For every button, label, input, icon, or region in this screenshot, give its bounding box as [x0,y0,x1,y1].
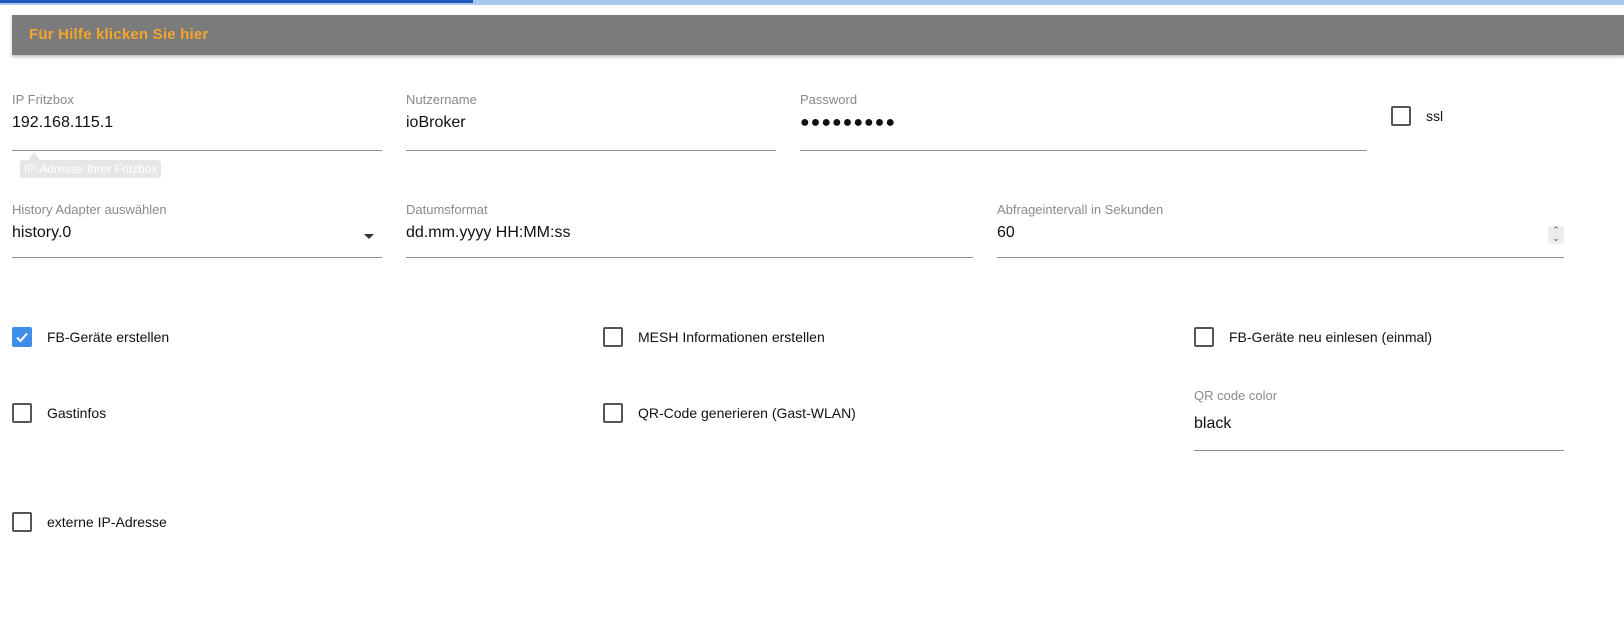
mesh-label: MESH Informationen erstellen [638,329,825,345]
guest-info-checkbox-row[interactable]: Gastinfos [12,402,106,424]
username-field[interactable]: Nutzername ioBroker [406,92,776,151]
qr-code-label: QR-Code generieren (Gast-WLAN) [638,405,856,421]
guest-info-label: Gastinfos [47,405,107,421]
check-icon [16,332,28,343]
mesh-checkbox[interactable] [603,327,623,347]
qr-code-checkbox-row[interactable]: QR-Code generieren (Gast-WLAN) [603,402,856,424]
date-format-field[interactable]: Datumsformat dd.mm.yyyy HH:MM:ss [406,202,973,258]
username-underline [406,150,776,151]
ssl-checkbox-row[interactable]: ssl [1391,105,1443,127]
ssl-checkbox[interactable] [1391,106,1411,126]
qr-color-input[interactable]: black [1194,415,1231,433]
external-ip-label: externe IP-Adresse [47,514,167,530]
top-progress-fill [0,0,473,3]
ip-fritzbox-input[interactable]: 192.168.115.1 [12,114,113,132]
ip-fritzbox-field[interactable]: IP Fritzbox 192.168.115.1 [12,92,382,151]
fb-reread-checkbox-row[interactable]: FB-Geräte neu einlesen (einmal) [1194,326,1432,348]
ip-tooltip: IP-Adresse Ihrer Fritzbox [20,160,162,178]
fb-reread-checkbox[interactable] [1194,327,1214,347]
username-input[interactable]: ioBroker [406,114,466,132]
password-label: Password [800,92,858,107]
ssl-label: ssl [1426,108,1444,124]
password-underline [800,150,1367,151]
password-input[interactable]: ●●●●●●●●● [800,114,896,132]
interval-input[interactable]: 60 [997,224,1015,242]
guest-info-checkbox[interactable] [12,403,32,423]
password-field[interactable]: Password ●●●●●●●●● [800,92,1367,151]
history-adapter-value[interactable]: history.0 [12,224,71,242]
external-ip-checkbox[interactable] [12,512,32,532]
fb-devices-checkbox[interactable] [12,327,32,347]
fb-devices-checkbox-row[interactable]: FB-Geräte erstellen [12,326,169,348]
interval-underline [997,257,1564,258]
qr-color-label: QR code color [1194,388,1278,403]
history-adapter-label: History Adapter auswählen [12,202,167,217]
qr-code-checkbox[interactable] [603,403,623,423]
ip-fritzbox-underline [12,150,382,151]
interval-label: Abfrageintervall in Sekunden [997,202,1164,217]
username-label: Nutzername [406,92,477,107]
external-ip-checkbox-row[interactable]: externe IP-Adresse [12,511,167,533]
history-adapter-select[interactable]: History Adapter auswählen history.0 [12,202,382,258]
number-stepper-icon[interactable]: ⌃ ⌄ [1548,226,1564,244]
ip-fritzbox-label: IP Fritzbox [12,92,74,107]
fb-devices-label: FB-Geräte erstellen [47,329,170,345]
chevron-down-icon[interactable] [364,234,374,239]
ip-tooltip-pointer [28,152,40,160]
fb-reread-label: FB-Geräte neu einlesen (einmal) [1229,329,1433,345]
mesh-checkbox-row[interactable]: MESH Informationen erstellen [603,326,825,348]
top-progress-bar [0,0,1624,5]
history-adapter-underline [12,257,382,258]
interval-field[interactable]: Abfrageintervall in Sekunden 60 ⌃ ⌄ [997,202,1564,258]
date-format-label: Datumsformat [406,202,488,217]
date-format-underline [406,257,973,258]
date-format-input[interactable]: dd.mm.yyyy HH:MM:ss [406,224,570,242]
qr-color-underline [1194,450,1564,451]
qr-color-field[interactable]: QR code color black [1194,388,1564,451]
help-bar[interactable]: Für Hilfe klicken Sie hier [12,15,1624,55]
help-bar-text: Für Hilfe klicken Sie hier [29,26,209,43]
